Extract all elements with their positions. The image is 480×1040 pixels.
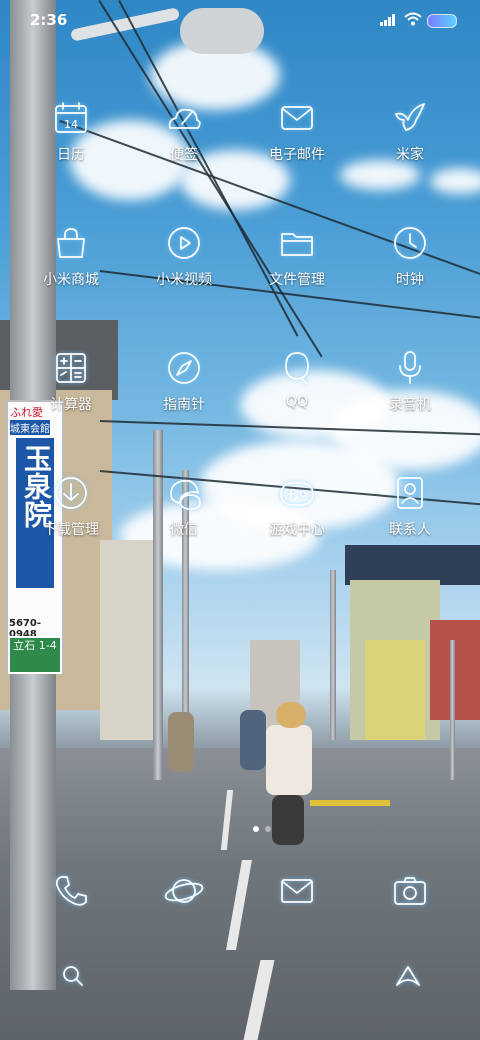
- status-bar: 2:36: [0, 0, 480, 40]
- app-label: 时钟: [396, 272, 424, 288]
- app-notes[interactable]: 便签: [134, 98, 234, 164]
- app-label: 文件管理: [269, 272, 325, 288]
- search-icon[interactable]: [60, 963, 86, 989]
- app-label: 小米视频: [156, 272, 212, 288]
- shopping-bag-icon: [57, 228, 85, 258]
- app-mi-store[interactable]: 小米商城: [21, 223, 121, 289]
- calculator-icon: [56, 353, 86, 383]
- app-label: 微信: [170, 522, 198, 538]
- download-icon: [55, 477, 87, 509]
- app-email[interactable]: 电子邮件: [247, 98, 347, 164]
- compass-icon: [168, 352, 200, 384]
- app-file-manager[interactable]: 文件管理: [247, 223, 347, 289]
- app-calculator[interactable]: 计算器: [21, 348, 121, 414]
- app-label: 米家: [396, 147, 424, 163]
- wallpaper-address-sign: 立石 1-4: [8, 636, 62, 674]
- app-label: 计算器: [50, 397, 92, 413]
- app-label: 联系人: [389, 522, 431, 538]
- notes-icon: [168, 108, 201, 129]
- page-dot[interactable]: [265, 826, 271, 832]
- signal-icon: [380, 14, 398, 26]
- app-contacts[interactable]: 联系人: [360, 473, 460, 539]
- camera-icon[interactable]: [390, 871, 430, 911]
- battery-icon: [427, 14, 457, 28]
- app-calendar[interactable]: 14 日历: [21, 98, 121, 164]
- page-dot-active[interactable]: [253, 826, 259, 832]
- contacts-icon: [397, 477, 423, 509]
- qq-icon: [285, 352, 309, 385]
- wifi-icon: [404, 12, 422, 26]
- app-recorder[interactable]: 录音机: [360, 348, 460, 414]
- messages-icon[interactable]: [277, 871, 317, 911]
- app-label: 录音机: [389, 397, 431, 413]
- email-icon: [281, 106, 313, 130]
- video-play-icon: [168, 227, 200, 259]
- app-wechat[interactable]: 微信: [134, 473, 234, 539]
- microphone-icon: [399, 351, 421, 384]
- clock-icon: [394, 227, 426, 259]
- page-indicator[interactable]: [0, 826, 480, 834]
- app-label: 下载管理: [43, 522, 99, 538]
- app-mi-video[interactable]: 小米视频: [134, 223, 234, 289]
- app-label: QQ: [285, 394, 309, 410]
- calendar-icon: 14: [55, 102, 87, 133]
- app-downloads[interactable]: 下载管理: [21, 473, 121, 539]
- app-qq[interactable]: QQ: [247, 348, 347, 410]
- app-clock[interactable]: 时钟: [360, 223, 460, 289]
- app-vault-icon[interactable]: [394, 963, 422, 989]
- svg-text:14: 14: [64, 118, 78, 131]
- gamepad-icon: [280, 482, 314, 506]
- app-label: 日历: [57, 147, 85, 163]
- wechat-icon: [170, 479, 201, 510]
- folder-icon: [281, 233, 313, 256]
- status-time: 2:36: [30, 11, 68, 29]
- app-compass[interactable]: 指南针: [134, 348, 234, 414]
- app-label: 小米商城: [43, 272, 99, 288]
- app-label: 游戏中心: [269, 522, 325, 538]
- app-mijia[interactable]: 米家: [360, 98, 460, 164]
- browser-planet-icon[interactable]: [164, 871, 204, 911]
- app-label: 指南针: [163, 397, 205, 413]
- phone-icon[interactable]: [51, 871, 91, 911]
- app-label: 便签: [170, 147, 198, 163]
- app-label: 电子邮件: [269, 147, 325, 163]
- app-game-center[interactable]: 游戏中心: [247, 473, 347, 539]
- mijia-bird-icon: [395, 103, 425, 131]
